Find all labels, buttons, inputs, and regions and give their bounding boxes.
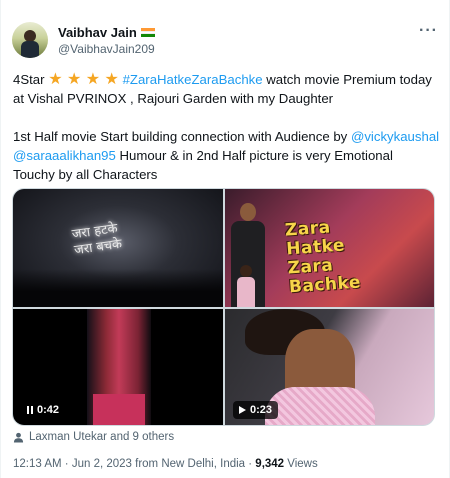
child-dress bbox=[265, 387, 375, 425]
red-carpet bbox=[93, 394, 145, 425]
meta-separator: · bbox=[245, 458, 256, 470]
media-video-daughter[interactable]: 0:23 bbox=[225, 309, 434, 425]
audience-silhouette bbox=[13, 269, 223, 307]
tweet-text: 4Star ★ ★ ★ ★ #ZaraHatkeZaraBachke watch… bbox=[13, 70, 443, 184]
liked-by-row[interactable]: Laxman Utekar and 9 others bbox=[13, 431, 174, 443]
avatar[interactable] bbox=[12, 22, 48, 58]
tweet-time[interactable]: 12:13 AM bbox=[13, 458, 62, 470]
tweet-card: Vaibhav Jain @VaibhavJain209 ··· 4Star ★… bbox=[0, 0, 450, 478]
meta-separator: · bbox=[61, 458, 72, 470]
tweet-text-line4: Humour & in 2nd Half picture is very Emo… bbox=[115, 148, 393, 163]
author-name[interactable]: Vaibhav Jain bbox=[58, 25, 137, 40]
girl-figure bbox=[235, 265, 257, 307]
liked-by-text: Laxman Utekar and 9 others bbox=[29, 431, 175, 443]
tweet-line-1: 4Star ★ ★ ★ ★ #ZaraHatkeZaraBachke watch… bbox=[13, 70, 443, 89]
media-photo-theatre-screen[interactable]: जरा हटके जरा बचके bbox=[13, 189, 223, 307]
tweet-text-suffix: watch movie Premium today bbox=[262, 72, 432, 87]
views-count: 9,342 bbox=[255, 458, 285, 470]
tweet-date[interactable]: Jun 2, 2023 bbox=[72, 458, 132, 470]
video-duration: 0:23 bbox=[250, 404, 273, 416]
media-video-corridor[interactable]: 0:42 bbox=[13, 309, 223, 425]
tweet-line-2: at Vishal PVRINOX , Rajouri Garden with … bbox=[13, 91, 334, 106]
pause-icon bbox=[27, 406, 33, 414]
person-icon bbox=[13, 432, 24, 443]
author-handle[interactable]: @VaibhavJain209 bbox=[58, 42, 155, 56]
mention-link-saraaalikhan95[interactable]: @saraaalikhan95 bbox=[13, 148, 116, 163]
video-duration-badge[interactable]: 0:23 bbox=[233, 401, 279, 419]
tweet-line-3: 1st Half movie Start building connection… bbox=[13, 127, 443, 146]
tweet-location: from New Delhi, India bbox=[131, 458, 246, 470]
tweet-line-4: @saraaalikhan95 Humour & in 2nd Half pic… bbox=[13, 146, 443, 165]
screen-title-text: जरा हटके जरा बचके bbox=[71, 221, 123, 259]
views-label: Views bbox=[284, 458, 318, 470]
tweet-meta: 12:13 AM · Jun 2, 2023 from New Delhi, I… bbox=[13, 458, 318, 470]
poster-title: Zara Hatke Zara Bachke bbox=[284, 217, 362, 298]
media-photo-poster[interactable]: Zara Hatke Zara Bachke bbox=[225, 189, 434, 307]
video-duration-badge[interactable]: 0:42 bbox=[21, 401, 66, 419]
media-grid: जरा हटके जरा बचके Zara Hatke Zara Bachke… bbox=[12, 188, 435, 426]
india-flag-icon bbox=[140, 27, 155, 38]
avatar-body bbox=[21, 41, 39, 58]
play-icon bbox=[239, 406, 246, 414]
more-options-icon[interactable]: ··· bbox=[419, 23, 438, 39]
author-name-row: Vaibhav Jain bbox=[58, 25, 155, 40]
tweet-text-prefix: 4Star bbox=[13, 72, 49, 87]
video-duration: 0:42 bbox=[37, 404, 60, 416]
mention-link-vickykaushal[interactable]: @vickykaushal bbox=[351, 129, 439, 144]
tweet-line-5: Touchy by all Characters bbox=[13, 167, 158, 182]
tweet-text-line3: 1st Half movie Start building connection… bbox=[13, 129, 351, 144]
star-rating-icon: ★ ★ ★ ★ bbox=[48, 71, 119, 88]
hashtag-link[interactable]: #ZaraHatkeZaraBachke bbox=[123, 72, 263, 87]
